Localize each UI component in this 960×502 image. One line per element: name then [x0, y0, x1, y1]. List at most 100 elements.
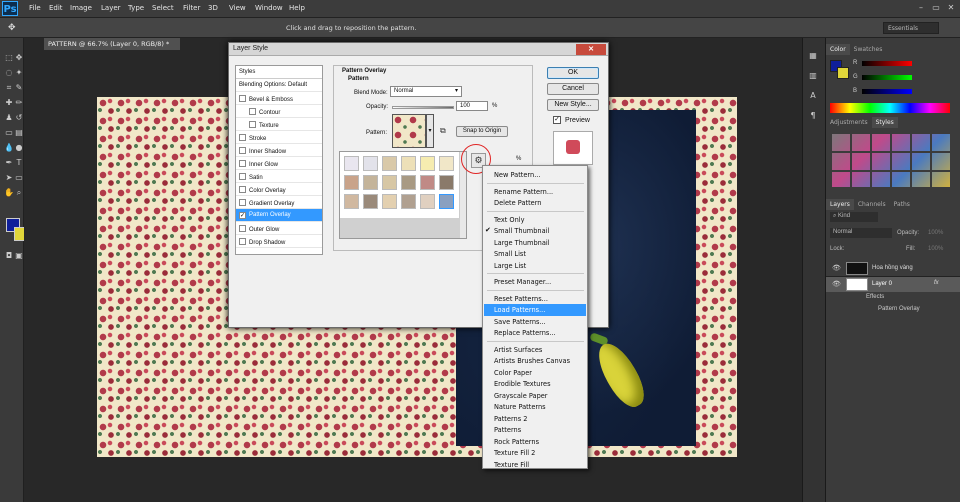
pattern-thumbnail[interactable]	[401, 175, 416, 190]
tab-layers[interactable]: Layers	[826, 199, 854, 210]
eye-icon[interactable]: 👁	[832, 280, 841, 288]
pattern-dropdown[interactable]: ▾	[426, 114, 434, 148]
pattern-thumbnail[interactable]	[382, 194, 397, 209]
style-item[interactable]: Texture	[236, 118, 322, 131]
quick-mask-icon[interactable]: ◘	[4, 250, 14, 261]
menu-item[interactable]: Rock Patterns	[484, 436, 586, 448]
menu-item[interactable]: Color Paper	[484, 367, 586, 379]
style-checkbox[interactable]	[239, 134, 246, 141]
path-select-icon[interactable]: ➤	[4, 172, 14, 183]
menu-item[interactable]: Erodible Textures	[484, 378, 586, 390]
pattern-thumbnail[interactable]	[382, 156, 397, 171]
styles-grid[interactable]	[830, 132, 950, 187]
style-checkbox[interactable]	[239, 238, 246, 245]
layer-name[interactable]: Layer 0	[872, 281, 892, 287]
history-brush-icon[interactable]: ↺	[14, 112, 24, 123]
dodge-tool-icon[interactable]: ●	[14, 142, 24, 153]
pattern-thumbnail[interactable]	[420, 175, 435, 190]
style-item[interactable]: Color Overlay	[236, 183, 322, 196]
workspace-select[interactable]: Essentials	[883, 22, 939, 34]
marquee-tool-icon[interactable]: ⬚	[4, 52, 14, 63]
fx-icon[interactable]: fx	[934, 280, 939, 286]
style-checkbox[interactable]: ✓	[239, 212, 246, 219]
style-item[interactable]: Gradient Overlay	[236, 196, 322, 209]
opacity-input[interactable]: 100	[456, 101, 488, 111]
style-checkbox[interactable]	[239, 95, 246, 102]
menu-item[interactable]: Text Only	[484, 214, 586, 226]
healing-brush-icon[interactable]: ✚	[4, 97, 14, 108]
menu-item[interactable]: Reset Patterns...	[484, 293, 586, 305]
layer-blend-select[interactable]: Normal	[830, 228, 892, 238]
menu-item[interactable]: New Pattern...	[484, 169, 586, 181]
move-tool-icon[interactable]: ✥	[8, 22, 16, 33]
style-item[interactable]: Outer Glow	[236, 222, 322, 235]
layer-row[interactable]: 👁 Hoa hồng vàng	[826, 260, 960, 277]
pattern-thumbnail[interactable]	[439, 194, 454, 209]
pattern-thumbnail[interactable]	[439, 175, 454, 190]
tab-color[interactable]: Color	[826, 44, 850, 55]
menu-item[interactable]: Grayscale Paper	[484, 390, 586, 402]
layer-row-selected[interactable]: 👁 Layer 0 fx	[826, 277, 960, 292]
pattern-thumbnail[interactable]	[401, 194, 416, 209]
menu-item[interactable]: Delete Pattern	[484, 197, 586, 209]
menu-item[interactable]: Large List	[484, 260, 586, 272]
new-preset-icon[interactable]: ⧉	[440, 126, 446, 136]
magic-wand-icon[interactable]: ✦	[14, 67, 24, 78]
snap-to-origin-button[interactable]: Snap to Origin	[456, 126, 508, 137]
pen-tool-icon[interactable]: ✒	[4, 157, 14, 168]
menu-item[interactable]: Artist Surfaces	[484, 344, 586, 356]
style-item[interactable]: Blending Options: Default	[236, 79, 322, 92]
new-style-button[interactable]: New Style...	[547, 99, 599, 111]
dialog-close-button[interactable]: ✕	[576, 44, 606, 55]
style-item[interactable]: Drop Shadow	[236, 235, 322, 248]
tab-adjustments[interactable]: Adjustments	[826, 117, 872, 128]
menu-item[interactable]: Small List	[484, 248, 586, 260]
pattern-thumbnail[interactable]	[363, 194, 378, 209]
character-icon[interactable]: A	[808, 90, 818, 101]
menu-edit[interactable]: Edit	[49, 4, 63, 12]
style-checkbox[interactable]	[249, 121, 256, 128]
menu-image[interactable]: Image	[70, 4, 92, 12]
styles-header[interactable]: Styles	[236, 66, 322, 79]
style-checkbox[interactable]	[239, 147, 246, 154]
menu-item[interactable]: Texture Fill	[484, 459, 586, 471]
pattern-swatch[interactable]	[392, 114, 426, 148]
menu-item[interactable]: Texture Fill 2	[484, 447, 586, 459]
blur-tool-icon[interactable]: 💧	[4, 142, 14, 153]
pattern-thumbnail[interactable]	[363, 156, 378, 171]
style-item[interactable]: Contour	[236, 105, 322, 118]
menu-filter[interactable]: Filter	[183, 4, 200, 12]
layer-kind-filter[interactable]: ⌕ Kind	[830, 212, 878, 222]
pattern-thumbnail[interactable]	[344, 175, 359, 190]
maximize-button[interactable]: ▭	[931, 3, 941, 13]
menu-3d[interactable]: 3D	[208, 4, 218, 12]
gradient-tool-icon[interactable]: ▤	[14, 127, 24, 138]
menu-view[interactable]: View	[229, 4, 246, 12]
tab-swatches[interactable]: Swatches	[850, 44, 887, 55]
zoom-tool-icon[interactable]: ⌕	[14, 187, 24, 198]
bg-swatch[interactable]	[837, 67, 849, 79]
menu-file[interactable]: File	[29, 4, 41, 12]
move-tool-icon[interactable]: ✥	[14, 52, 24, 63]
menu-item[interactable]: Nature Patterns	[484, 401, 586, 413]
stamp-tool-icon[interactable]: ♟	[4, 112, 14, 123]
crop-tool-icon[interactable]: ⌗	[4, 82, 14, 93]
pattern-thumbnail[interactable]	[344, 194, 359, 209]
style-item[interactable]: ✓ Pattern Overlay	[236, 209, 322, 222]
eraser-icon[interactable]: ▭	[4, 127, 14, 138]
style-item[interactable]: Inner Shadow	[236, 144, 322, 157]
style-item[interactable]: Satin	[236, 170, 322, 183]
menu-item[interactable]: Rename Pattern...	[484, 186, 586, 198]
tab-paths[interactable]: Paths	[890, 199, 914, 210]
eye-icon[interactable]: 👁	[832, 264, 841, 272]
shape-tool-icon[interactable]: ▭	[14, 172, 24, 183]
tab-channels[interactable]: Channels	[854, 199, 890, 210]
menu-item[interactable]: Patterns	[484, 424, 586, 436]
cancel-button[interactable]: Cancel	[547, 83, 599, 95]
ok-button[interactable]: OK	[547, 67, 599, 79]
type-tool-icon[interactable]: T	[14, 157, 24, 168]
menu-help[interactable]: Help	[289, 4, 305, 12]
pattern-thumbnail[interactable]	[344, 156, 359, 171]
layer-fill[interactable]: 100%	[928, 246, 943, 252]
menu-select[interactable]: Select	[152, 4, 174, 12]
